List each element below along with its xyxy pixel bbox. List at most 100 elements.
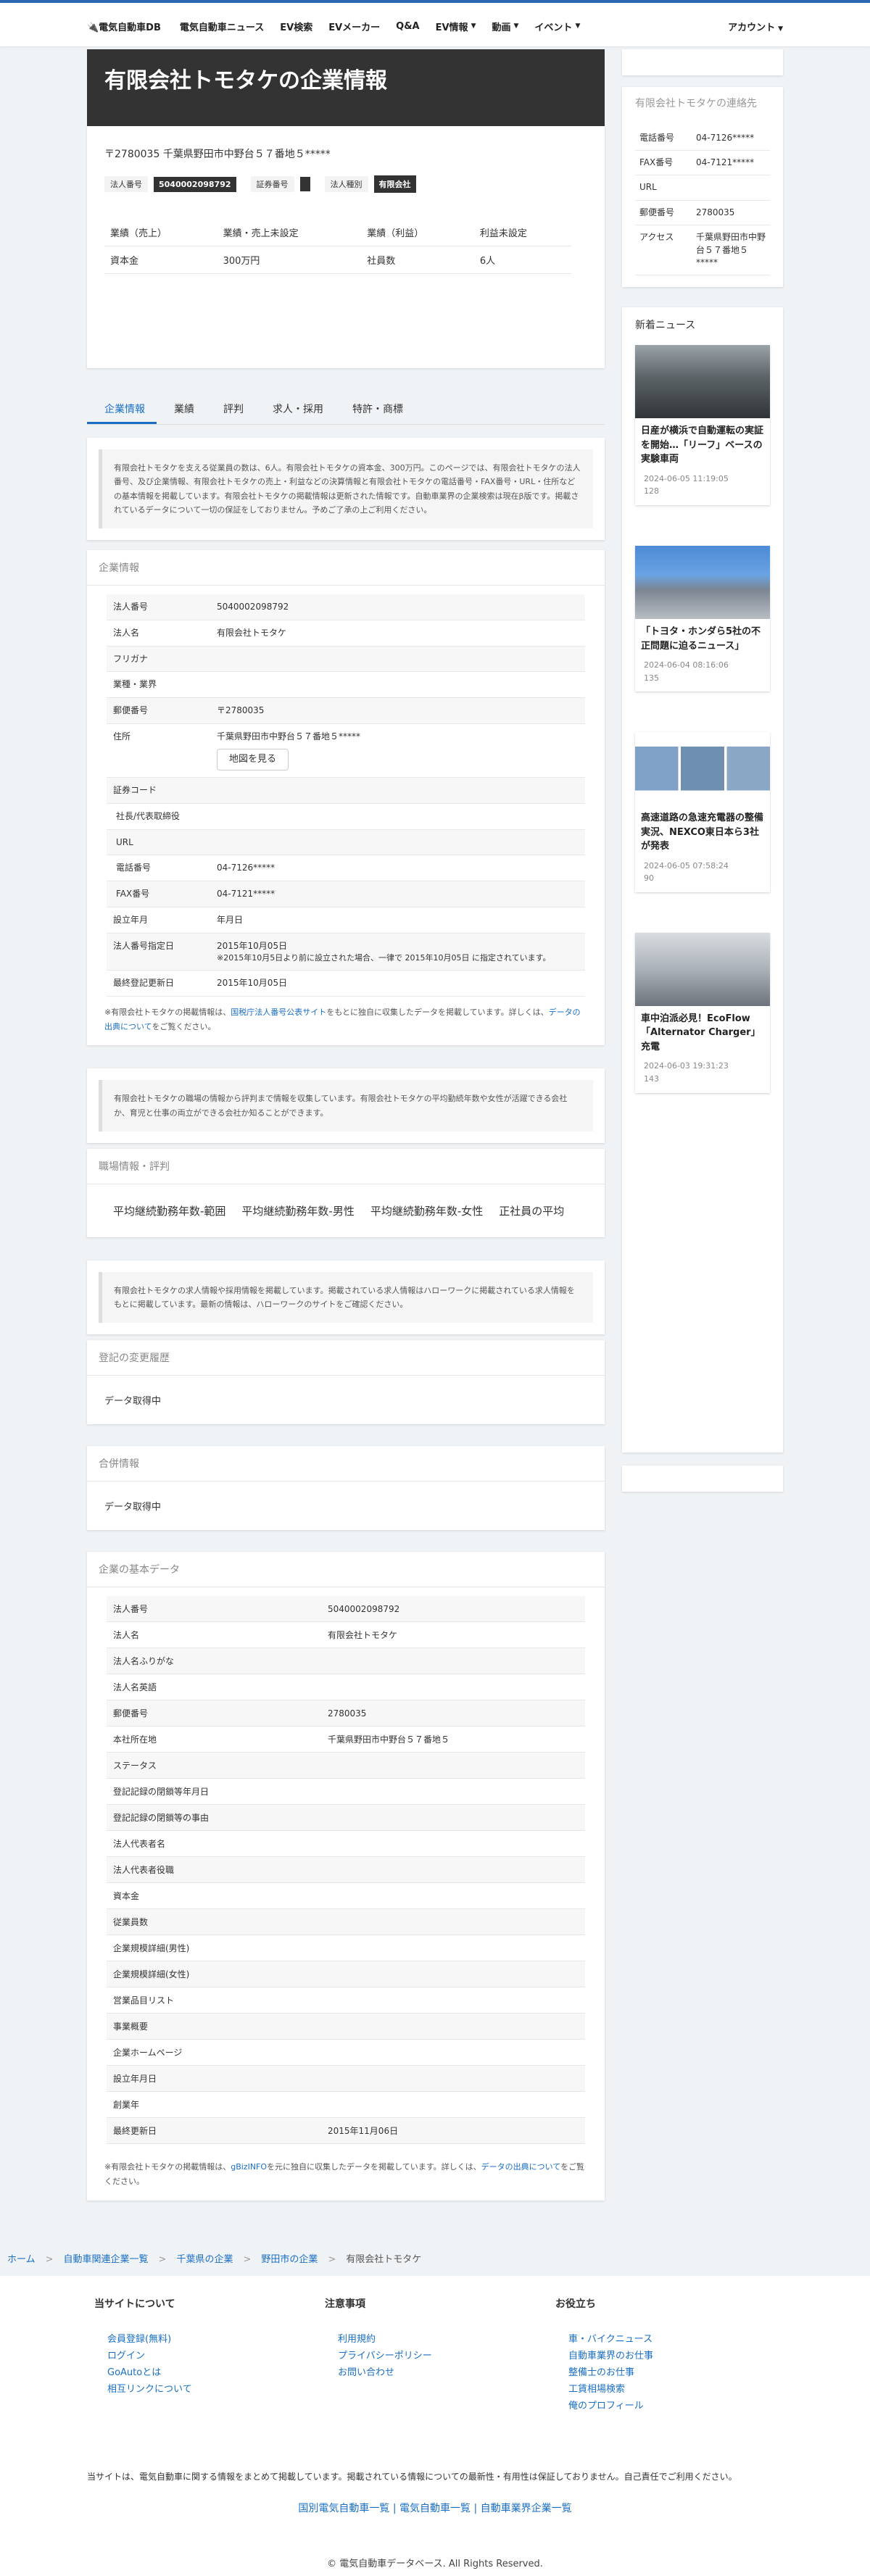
news-item[interactable]: 「トヨタ・ホンダら5社の不正問題に迫るニュース」 2024-06-04 08:16… [635, 546, 770, 692]
news-thumbnail [635, 932, 770, 1006]
row-value: 年月日 [210, 907, 585, 934]
row-key: 法人代表者名 [107, 1830, 321, 1858]
footer-link[interactable]: GoAutoとは [107, 2367, 161, 2378]
footer-link[interactable]: 俺のプロフィール [568, 2401, 644, 2411]
news-title: 新着ニュース [635, 320, 696, 332]
nav-item-3[interactable]: Q&A [396, 21, 419, 32]
main-nav: 電気自動車ニュース EV検索 EVメーカー Q&A EV情報 ▼ 動画 ▼ イベント ▼ [180, 20, 728, 33]
table-row: 法人名ふりがな [107, 1648, 585, 1675]
row-value: 04-7121***** [692, 150, 770, 176]
map-button[interactable]: 地図を見る [217, 748, 289, 770]
row-value: 2015年11月06日 [321, 2117, 585, 2145]
row-key: 法人番号指定日 [107, 933, 210, 971]
summary-table: 業績（売上） 業績・売上未設定 業績（利益） 利益未設定 資本金 300万円 社員数 6人 [104, 219, 571, 274]
breadcrumb-separator: > [328, 2254, 336, 2265]
badge-value [299, 177, 310, 191]
data-source-link[interactable]: データの出典について [481, 2162, 560, 2172]
breadcrumb-item[interactable]: ホーム [7, 2254, 36, 2265]
row-key: 法人番号 [107, 1596, 321, 1623]
nav-item-6[interactable]: イベント [534, 20, 572, 33]
footer-link[interactable]: お問い合わせ [338, 2367, 394, 2378]
nav-item-1[interactable]: EV検索 [280, 20, 312, 33]
row-key: 電話番号 [107, 855, 210, 882]
news-thumbnail [635, 546, 770, 620]
row-key: FAX番号 [107, 881, 210, 907]
news-thumbnail [635, 732, 770, 806]
row-key: 企業ホームページ [107, 2039, 321, 2066]
news-card: 新着ニュース 日産が横浜で自動運転の実証を開始…「リーフ」ベースの実験車両 202… [622, 307, 783, 1453]
address-line: 〒2780035 千葉県野田市中野台５７番地５***** [104, 149, 331, 160]
footer-link[interactable]: 自動車業界のお仕事 [568, 2351, 653, 2361]
news-item[interactable]: 車中泊派必見！EcoFlow「Alternator Charger」充電 2024… [635, 932, 770, 1093]
news-meta: 2024-06-03 19:31:23 143 [644, 1061, 729, 1084]
tab-3[interactable]: 求人・採用 [255, 394, 335, 424]
nta-source-link[interactable]: 国税庁法人番号公表サイト [231, 1007, 326, 1017]
news-headline[interactable]: 車中泊派必見！EcoFlow「Alternator Charger」充電 [641, 1012, 764, 1055]
breadcrumb-item[interactable]: 自動車関連企業一覧 [64, 2254, 149, 2265]
merger-status: データ取得中 [104, 1502, 162, 1513]
history-status: データ取得中 [104, 1396, 162, 1408]
footer-link[interactable]: 相互リンクについて [107, 2384, 192, 2395]
news-headline[interactable]: 「トヨタ・ホンダら5社の不正問題に迫るニュース」 [641, 625, 764, 653]
table-row: 設立年月 年月日 [107, 907, 585, 934]
row-key: 郵便番号 [107, 1700, 321, 1727]
tab-label: 特許・商標 [352, 404, 403, 415]
news-item[interactable]: 日産が横浜で自動運転の実証を開始…「リーフ」ベースの実験車両 2024-06-05… [635, 345, 770, 506]
footer-link[interactable]: 工賃相場検索 [568, 2384, 625, 2395]
table-row: ステータス [107, 1752, 585, 1779]
intro-note-card: 有限会社トモタケを支える従業員の数は、6人。有限会社トモタケの資本金、300万円… [87, 438, 605, 540]
workplace-note-card: 有限会社トモタケの職場の情報から評判まで情報を収集しています。有限会社トモタケの… [87, 1068, 605, 1143]
news-headline[interactable]: 高速道路の急速充電器の整備実況、NEXCO東日本ら3社が発表 [641, 811, 764, 854]
row-value [321, 1961, 585, 1988]
table-row: 登記記録の閉鎖等年月日 [107, 1778, 585, 1806]
row-value: 5040002098792 [321, 1596, 585, 1623]
nav-item-5[interactable]: 動画 [492, 20, 510, 33]
site-logo[interactable]: 🔌電気自動車DB [87, 20, 161, 33]
footer-link-list: 利用規約プライバシーポリシー お問い合わせ [325, 2331, 555, 2381]
row-key: フリガナ [107, 646, 210, 673]
workplace-column: 平均継続勤務年数-範囲 [113, 1204, 226, 1218]
row-value: 千葉県野田市中野台５７番地５***** [692, 225, 770, 276]
footer-link[interactable]: 利用規約 [338, 2334, 376, 2345]
news-headline[interactable]: 日産が横浜で自動運転の実証を開始…「リーフ」ベースの実験車両 [641, 424, 764, 467]
row-key: 最終登記更新日 [107, 970, 210, 997]
row-value [321, 1674, 585, 1701]
footer-column: 注意事項 利用規約 プライバシーポリシー お問い合わせ [325, 2296, 555, 2414]
tab-0[interactable]: 企業情報 [87, 394, 157, 424]
row-key: 社長/代表取締役 [107, 803, 210, 830]
nav-item-2[interactable]: EVメーカー [328, 20, 380, 33]
account-menu[interactable]: アカウント ▼ [728, 20, 783, 33]
nav-item-4[interactable]: EV情報 [436, 20, 468, 33]
breadcrumb-separator: > [45, 2254, 54, 2265]
news-item[interactable]: 高速道路の急速充電器の整備実況、NEXCO東日本ら3社が発表 2024-06-05… [635, 732, 770, 892]
history-section: 登記の変更履歴 データ取得中 [87, 1340, 605, 1425]
footer-link[interactable]: 会員登録(無料) [107, 2334, 171, 2345]
nav-item-0[interactable]: 電気自動車ニュース [180, 20, 264, 33]
table-row: FAX番号 04-7121***** [107, 881, 585, 907]
breadcrumb-item[interactable]: 野田市の企業 [261, 2254, 318, 2265]
row-value [321, 1752, 585, 1779]
tab-4[interactable]: 特許・商標 [335, 394, 415, 424]
row-key: 証券コード [107, 777, 210, 804]
summary-cell: 資本金 [104, 246, 218, 274]
footer: 当サイトについて 会員登録(無料) ログイン GoAutoとは 相互リンクについて 注意事… [0, 2276, 870, 2576]
badge-value: 5040002098792 [154, 176, 236, 192]
chevron-down-icon: ▼ [471, 22, 476, 30]
tab-1[interactable]: 業績 [157, 394, 206, 424]
row-value [321, 2065, 585, 2093]
gbizinfo-link[interactable]: gBizINFO [231, 2162, 267, 2172]
tab-2[interactable]: 評判 [206, 394, 255, 424]
footer-column-title: 当サイトについて [94, 2298, 175, 2310]
page-title: 有限会社トモタケの企業情報 [104, 68, 387, 94]
footer-link[interactable]: ログイン [107, 2351, 145, 2361]
row-key: 資本金 [107, 1882, 321, 1910]
footer-link[interactable]: 車・バイクニュース [568, 2334, 652, 2345]
table-row: URL [107, 829, 585, 856]
footer-link[interactable]: 整備士のお仕事 [568, 2367, 634, 2378]
row-value [210, 646, 585, 673]
row-key: URL [635, 175, 692, 201]
footer-links[interactable]: 国別電気自動車一覧 | 電気自動車一覧 | 自動車業界企業一覧 [0, 2501, 870, 2515]
footer-link[interactable]: プライバシーポリシー [338, 2351, 432, 2361]
footer-link-line[interactable]: 国別電気自動車一覧 | 電気自動車一覧 | 自動車業界企業一覧 [298, 2503, 571, 2514]
breadcrumb-item[interactable]: 千葉県の企業 [176, 2254, 233, 2265]
